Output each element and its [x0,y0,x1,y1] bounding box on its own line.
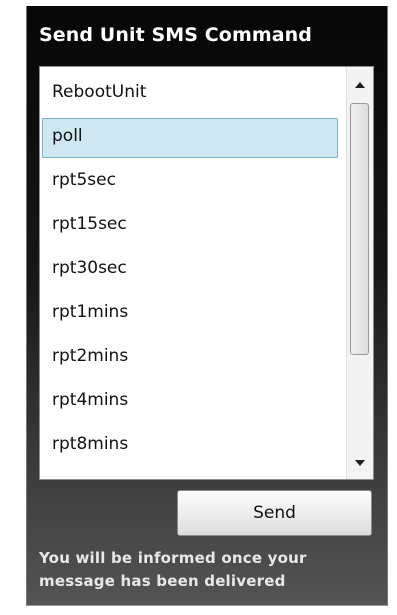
info-line-1: You will be informed once your [39,549,307,567]
panel-title: Send Unit SMS Command [39,24,313,46]
command-item-poll[interactable]: poll [42,117,346,161]
command-listbox[interactable]: RebootUnit poll rpt5sec rpt15sec rpt30se… [39,66,374,480]
triangle-down-icon [355,460,365,466]
command-item-rpt8mins[interactable]: rpt8mins [42,425,346,469]
triangle-up-icon [355,82,365,88]
command-item-rpt30sec[interactable]: rpt30sec [42,249,346,293]
command-item-rpt5sec[interactable]: rpt5sec [42,161,346,205]
command-item-rpt15sec[interactable]: rpt15sec [42,205,346,249]
info-line-2: message has been delivered [39,572,286,590]
scroll-up-button[interactable] [347,73,373,97]
sms-command-panel: Send Unit SMS Command RebootUnit poll rp… [26,6,388,606]
send-button[interactable]: Send [177,490,372,536]
selection-highlight [42,118,338,158]
command-item-rpt2mins[interactable]: rpt2mins [42,337,346,381]
command-list: RebootUnit poll rpt5sec rpt15sec rpt30se… [40,73,346,469]
vertical-scrollbar[interactable] [346,67,373,479]
scroll-down-button[interactable] [347,451,373,475]
delivery-info-text: You will be informed once your message h… [39,547,384,593]
scrollbar-thumb[interactable] [350,103,369,355]
command-item-rpt4mins[interactable]: rpt4mins [42,381,346,425]
command-item-rebootunit[interactable]: RebootUnit [42,73,346,117]
command-item-rpt1mins[interactable]: rpt1mins [42,293,346,337]
